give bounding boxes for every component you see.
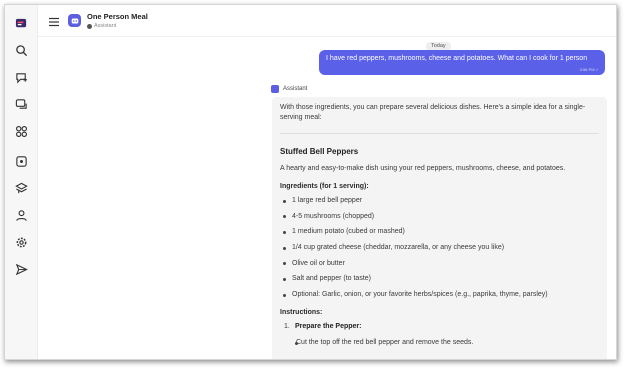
user-icon[interactable]	[11, 205, 31, 225]
chat-subtitle: Assistant	[87, 23, 116, 29]
assistant-status-icon	[87, 23, 92, 29]
chat-title: One Person Meal	[87, 12, 148, 21]
assistant-avatar	[68, 14, 81, 27]
list-item: 4-5 mushrooms (chopped)	[280, 212, 599, 222]
user-message-time: 3:56 PM ✓	[579, 67, 599, 72]
recipe-title: Stuffed Bell Peppers	[280, 147, 359, 157]
list-item: Cut the top off the red bell pepper and …	[292, 338, 599, 348]
app-logo-icon[interactable]	[11, 13, 31, 33]
assistant-message: With those ingredients, you can prepare …	[272, 97, 607, 359]
list-item: Salt and pepper (to taste)	[280, 274, 599, 284]
settings-icon[interactable]	[11, 232, 31, 252]
search-icon[interactable]	[11, 40, 31, 60]
ingredients-list: 1 large red bell pepper 4-5 mushrooms (c…	[280, 196, 599, 300]
list-item: 1/4 cup grated cheese (cheddar, mozzarel…	[280, 243, 599, 253]
ingredients-heading: Ingredients (for 1 serving):	[280, 183, 369, 191]
instructions-heading: Instructions:	[280, 309, 323, 317]
divider	[280, 133, 599, 135]
instruction-step: 1. Prepare the Pepper: Cut the top off t…	[280, 322, 599, 348]
list-item: Optional: Garlic, onion, or your favorit…	[280, 290, 599, 300]
answer-intro: With those ingredients, you can prepare …	[280, 104, 586, 122]
left-rail	[5, 5, 38, 359]
user-message-text: I have red peppers, mushrooms, cheese an…	[326, 55, 588, 62]
app-window: One Person Meal Assistant Today I have r…	[4, 4, 617, 360]
layers-icon[interactable]	[11, 178, 31, 198]
list-item: Olive oil or butter	[280, 259, 599, 269]
apps-grid-icon[interactable]	[11, 121, 31, 141]
shield-icon[interactable]	[11, 151, 31, 171]
assistant-mini-icon	[271, 85, 279, 93]
step-bullets: Cut the top off the red bell pepper and …	[292, 338, 599, 348]
assistant-label-text: Assistant	[283, 86, 308, 92]
assistant-label: Assistant	[271, 85, 307, 93]
menu-icon[interactable]	[48, 15, 60, 27]
step-number: 1.	[284, 323, 290, 331]
chat-subtitle-text: Assistant	[94, 23, 117, 29]
chats-icon[interactable]	[11, 94, 31, 114]
step-title: Prepare the Pepper:	[294, 323, 362, 331]
list-item: 1 large red bell pepper	[280, 196, 599, 206]
send-icon[interactable]	[11, 259, 31, 279]
new-chat-icon[interactable]	[11, 67, 31, 87]
recipe-description: A hearty and easy-to-make dish using you…	[280, 164, 566, 172]
instructions-list: 1. Prepare the Pepper: Cut the top off t…	[280, 322, 599, 348]
list-item: 1 medium potato (cubed or mashed)	[280, 227, 599, 237]
user-message-bubble: I have red peppers, mushrooms, cheese an…	[319, 50, 605, 75]
chat-header: One Person Meal Assistant	[38, 5, 616, 37]
